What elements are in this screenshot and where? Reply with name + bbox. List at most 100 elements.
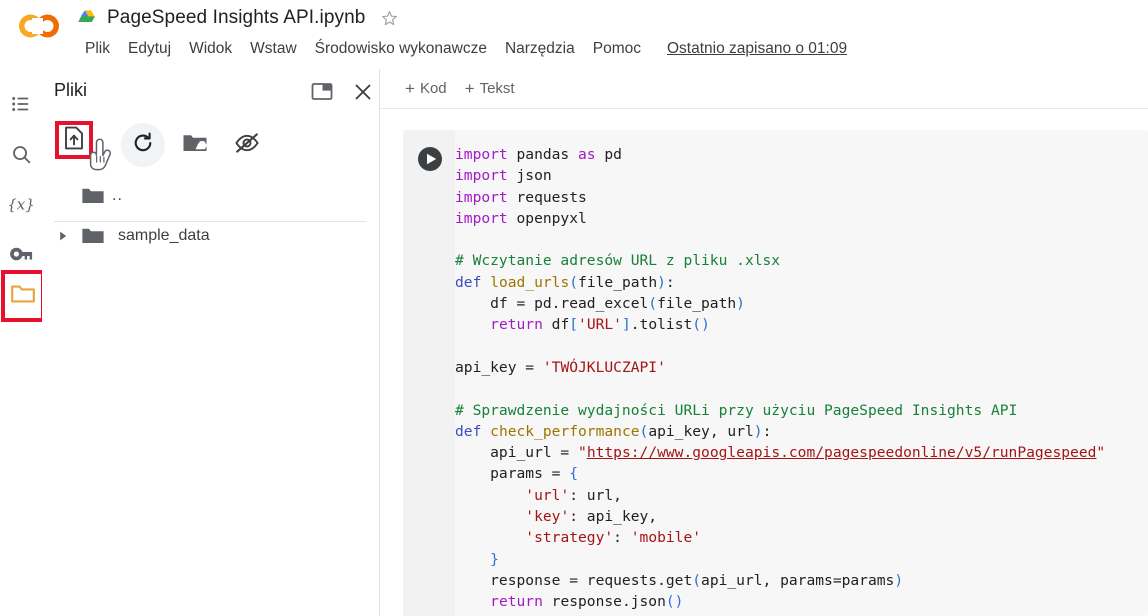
folder-open-icon: [80, 186, 106, 206]
sidebar-item-files[interactable]: [1, 270, 45, 322]
menu-item-widok[interactable]: Widok: [180, 36, 241, 62]
close-panel-button[interactable]: [350, 81, 376, 107]
code-token: requests: [508, 189, 587, 206]
code-line: 'url': url,: [455, 485, 1148, 506]
page-title[interactable]: PageSpeed Insights API.ipynb: [107, 2, 365, 34]
code-token: [455, 316, 490, 333]
code-token: }: [490, 551, 499, 568]
code-cell-gutter: [403, 130, 455, 616]
code-token: api_key =: [455, 359, 543, 376]
code-token: def: [455, 423, 481, 440]
add-text-cell-button[interactable]: + Tekst: [456, 76, 524, 101]
add-code-cell-button[interactable]: + Kod: [396, 76, 456, 101]
upload-file-button[interactable]: [55, 121, 93, 159]
upload-file-icon: [63, 126, 85, 155]
code-line: def load_urls(file_path):: [455, 272, 1148, 293]
sidebar-item-search[interactable]: [0, 131, 42, 177]
toggle-hidden-icon: [234, 131, 260, 160]
list-item[interactable]: ..: [42, 179, 379, 213]
variables-icon: {x}: [6, 192, 36, 216]
code-token: pd: [596, 146, 622, 163]
code-token: ": [578, 444, 587, 461]
code-cell[interactable]: import pandas as pdimport jsonimport req…: [403, 130, 1148, 616]
code-token: params =: [455, 465, 569, 482]
refresh-files-button[interactable]: [121, 123, 165, 167]
code-token: df = pd.read_excel: [455, 295, 648, 312]
open-in-window-icon: [311, 82, 333, 106]
code-line: import openpyxl: [455, 208, 1148, 229]
drive-icon: [78, 9, 98, 27]
code-token: : api_key,: [569, 508, 657, 525]
sidebar-item-variables[interactable]: {x}: [0, 181, 42, 227]
code-token: (): [666, 593, 684, 610]
folder-icon: [80, 226, 106, 246]
code-cell-source[interactable]: import pandas as pdimport jsonimport req…: [455, 144, 1148, 613]
sidebar-item-toc[interactable]: [0, 81, 42, 127]
last-saved-link[interactable]: Ostatnio zapisano o 01:09: [667, 36, 847, 62]
secrets-key-icon: [9, 244, 33, 264]
code-token[interactable]: https://www.googleapis.com/pagespeedonli…: [587, 444, 1097, 461]
toggle-hidden-files-button[interactable]: [225, 123, 269, 167]
top-bar: PageSpeed Insights API.ipynb Plik Edytuj…: [0, 0, 1148, 70]
code-token: def: [455, 274, 481, 291]
code-token: [481, 423, 490, 440]
menu-item-narzedzia[interactable]: Narzędzia: [496, 36, 584, 62]
menu-item-srodowisko-wykonawcze[interactable]: Środowisko wykonawcze: [306, 36, 496, 62]
menu-item-pomoc[interactable]: Pomoc: [584, 36, 650, 62]
code-token: df: [543, 316, 569, 333]
menu-item-wstaw[interactable]: Wstaw: [241, 36, 306, 62]
code-token: 'strategy': [525, 529, 613, 546]
code-token: ): [894, 572, 903, 589]
code-token: (: [692, 572, 701, 589]
code-line: 'strategy': 'mobile': [455, 527, 1148, 548]
add-code-cell-label: Kod: [420, 80, 447, 97]
code-token: [: [569, 316, 578, 333]
code-token: 'TWÓJKLUCZAPI': [543, 359, 666, 376]
mount-drive-button[interactable]: [173, 123, 217, 167]
code-token: response = requests.get: [455, 572, 692, 589]
menu-item-plik[interactable]: Plik: [76, 36, 119, 62]
code-token: ]: [622, 316, 631, 333]
code-token: [455, 529, 525, 546]
open-in-window-button[interactable]: [309, 81, 335, 107]
notebook-title-row[interactable]: PageSpeed Insights API.ipynb: [78, 2, 399, 34]
list-item[interactable]: sample_data: [42, 219, 379, 253]
code-token: .tolist: [631, 316, 693, 333]
code-token: ): [736, 295, 745, 312]
code-token: import: [455, 189, 508, 206]
code-token: (): [692, 316, 710, 333]
code-token: return: [490, 316, 543, 333]
code-token: :: [666, 274, 675, 291]
star-icon[interactable]: [374, 9, 399, 28]
menu-item-edytuj[interactable]: Edytuj: [119, 36, 180, 62]
code-token: (: [569, 274, 578, 291]
code-token: [455, 593, 490, 610]
code-token: {: [569, 465, 578, 482]
code-line: [455, 229, 1148, 250]
code-token: openpyxl: [508, 210, 587, 227]
toc-icon: [10, 93, 32, 115]
list-item-label: sample_data: [118, 227, 210, 245]
code-token: :: [763, 423, 772, 440]
mount-drive-icon: [182, 132, 208, 159]
code-token: file_path: [657, 295, 736, 312]
code-token: json: [508, 167, 552, 184]
code-token: 'key': [525, 508, 569, 525]
code-token: 'mobile': [631, 529, 701, 546]
code-token: api_key, url: [648, 423, 753, 440]
code-line: # Sprawdzenie wydajności URLi przy użyci…: [455, 400, 1148, 421]
colab-logo[interactable]: [14, 8, 66, 44]
run-cell-button[interactable]: [417, 146, 443, 172]
files-panel-title: Pliki: [54, 80, 87, 101]
code-line: def check_performance(api_key, url):: [455, 421, 1148, 442]
plus-icon: +: [405, 81, 415, 96]
code-line: response = requests.get(api_url, params=…: [455, 570, 1148, 591]
code-line: return response.json(): [455, 591, 1148, 612]
code-line: import json: [455, 165, 1148, 186]
list-item-label: ..: [112, 187, 123, 205]
code-token: [455, 487, 525, 504]
code-line: [455, 378, 1148, 399]
chevron-right-icon[interactable]: [50, 230, 76, 242]
code-line: import requests: [455, 187, 1148, 208]
code-token: import: [455, 146, 508, 163]
